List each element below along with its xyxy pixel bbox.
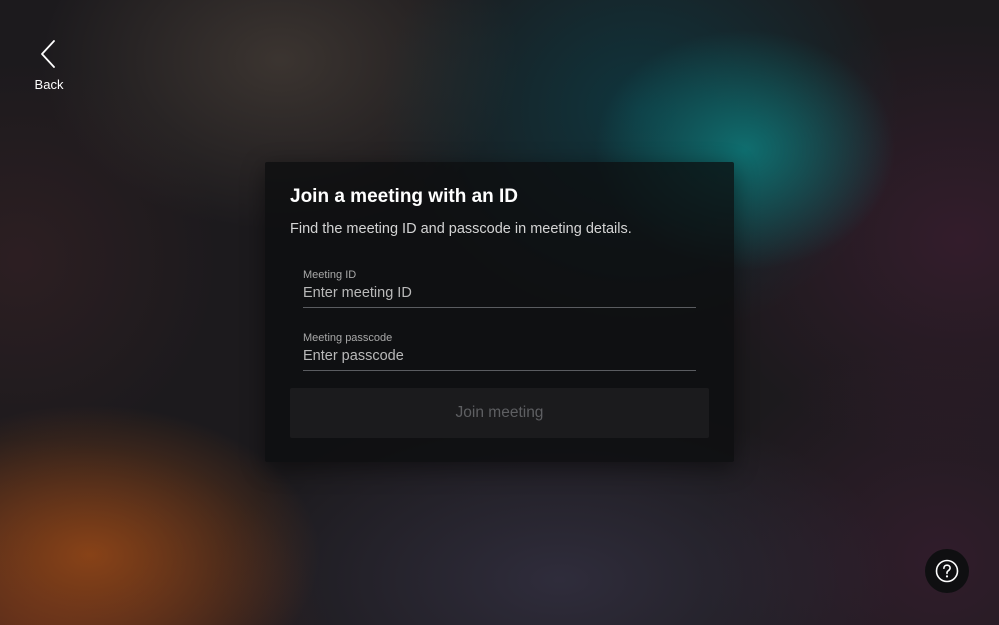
join-meeting-card: Join a meeting with an ID Find the meeti… (265, 162, 734, 462)
chevron-left-icon (41, 40, 55, 68)
meeting-id-field: Meeting ID (303, 263, 696, 308)
join-meeting-button[interactable]: Join meeting (290, 388, 709, 438)
meeting-id-label: Meeting ID (303, 269, 357, 281)
help-button[interactable] (925, 549, 969, 593)
meeting-passcode-field: Meeting passcode (303, 326, 696, 371)
meeting-passcode-input[interactable] (303, 346, 696, 366)
card-subtitle: Find the meeting ID and passcode in meet… (290, 221, 632, 237)
question-circle-icon (935, 559, 959, 583)
meeting-id-input[interactable] (303, 283, 696, 303)
card-title: Join a meeting with an ID (290, 186, 519, 207)
back-label: Back (34, 77, 64, 92)
back-button[interactable]: Back (26, 38, 72, 96)
meeting-passcode-label: Meeting passcode (303, 332, 393, 344)
